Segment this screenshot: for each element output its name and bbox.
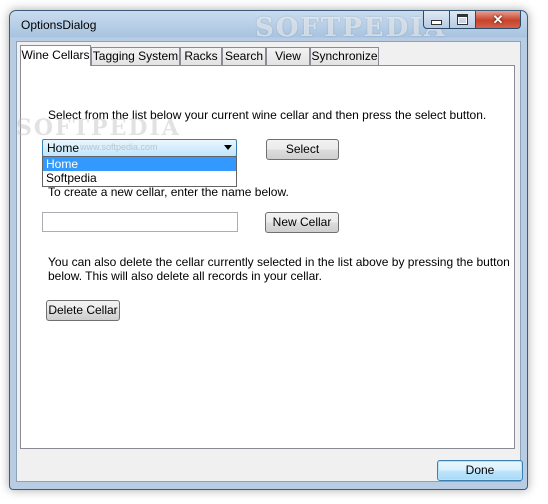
tab-wine-cellars[interactable]: Wine Cellars <box>20 45 91 66</box>
tab-synchronize[interactable]: Synchronize <box>310 47 379 65</box>
maximize-button[interactable] <box>450 11 476 29</box>
close-icon: ✕ <box>492 12 504 27</box>
chevron-down-icon[interactable] <box>224 145 232 150</box>
cellar-option-softpedia[interactable]: Softpedia <box>43 171 236 185</box>
select-instruction: Select from the list below your current … <box>48 108 487 122</box>
select-button[interactable]: Select <box>266 139 339 160</box>
cellar-dropdown-list: Home Softpedia <box>42 156 237 187</box>
tab-tagging-system[interactable]: Tagging System <box>91 47 180 65</box>
dialog-client-area: Wine Cellars Tagging System Racks Search… <box>16 41 523 482</box>
minimize-button[interactable] <box>423 11 450 29</box>
watermark-url: www.softpedia.com <box>80 142 158 152</box>
cellar-combobox-value: Home <box>47 141 80 155</box>
new-cellar-button[interactable]: New Cellar <box>265 212 339 233</box>
wine-cellars-panel: Select from the list below your current … <box>20 65 515 449</box>
close-button[interactable]: ✕ <box>476 11 521 29</box>
tab-racks[interactable]: Racks <box>180 47 222 65</box>
done-button[interactable]: Done <box>437 460 523 481</box>
options-dialog-window: OptionsDialog SOFTPEDIA ✕ Wine Cellars T… <box>9 10 528 490</box>
cellar-option-home[interactable]: Home <box>43 157 236 171</box>
create-instruction: To create a new cellar, enter the name b… <box>48 185 289 199</box>
window-title: OptionsDialog <box>21 18 97 32</box>
minimize-icon <box>431 20 442 25</box>
delete-instruction-line1: You can also delete the cellar currently… <box>48 255 510 269</box>
caption-buttons: ✕ <box>423 11 521 30</box>
new-cellar-name-input[interactable] <box>42 212 238 232</box>
tab-search[interactable]: Search <box>222 47 266 65</box>
maximize-icon <box>457 14 468 25</box>
delete-instruction-line2: below. This will also delete all records… <box>48 269 322 283</box>
watermark-logo: SOFTPEDIA <box>255 13 447 43</box>
delete-cellar-button[interactable]: Delete Cellar <box>46 300 120 321</box>
tab-view[interactable]: View <box>266 47 310 65</box>
